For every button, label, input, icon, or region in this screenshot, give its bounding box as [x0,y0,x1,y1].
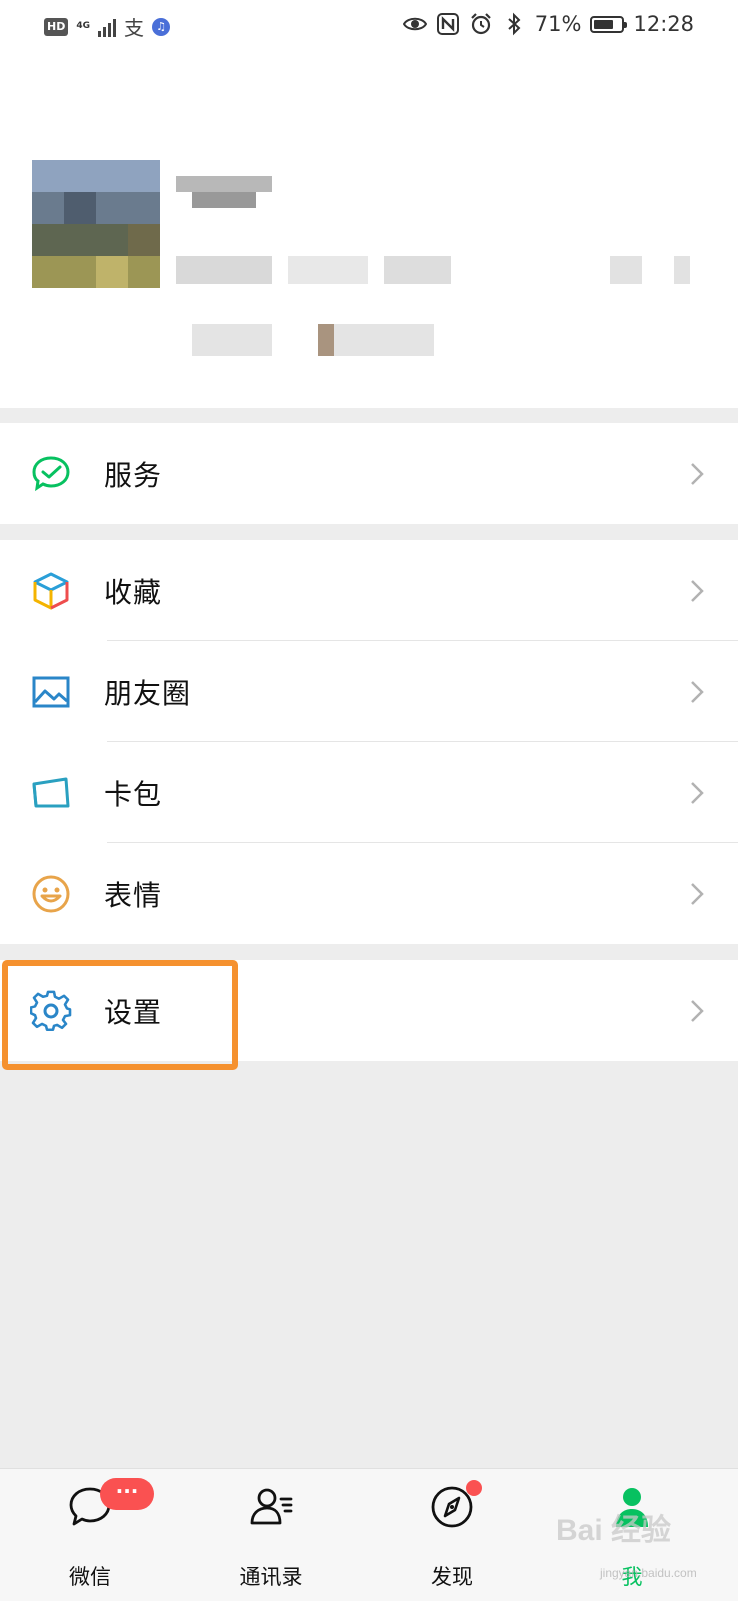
clock: 12:28 [633,12,694,36]
settings-highlight-box [2,960,238,1070]
avatar[interactable] [32,160,160,288]
baidu-watermark-url: jingyan.baidu.com [600,1566,697,1580]
smiley-icon [32,875,70,912]
discover-dot-badge [466,1480,482,1496]
status-right: 71% 12:28 [402,12,694,36]
menu-item-moments[interactable]: 朋友圈 [0,641,738,742]
tab-label: 发现 [431,1565,473,1589]
eye-icon [402,17,427,31]
chevron-right-icon [691,882,704,905]
moments-photo-icon [32,676,70,707]
status-bar: HD 4G 支 ♫ 71% 12:28 [0,0,738,52]
menu-item-services[interactable]: 服务 [0,423,738,524]
tab-label: 通讯录 [239,1565,303,1589]
menu-item-favorites[interactable]: 收藏 [0,540,738,641]
wechat-id [176,256,451,284]
menu-item-label: 服务 [104,458,163,492]
contacts-icon [250,1488,293,1525]
nickname [176,176,272,208]
wechat-pay-icon [32,455,70,491]
menu-item-card-wallet[interactable]: 卡包 [0,742,738,843]
baidu-watermark: Bai 经验 [556,1514,672,1547]
chevron-right-icon [691,579,704,602]
menu-item-stickers[interactable]: 表情 [0,843,738,944]
hd-badge: HD [44,17,69,36]
music-icon: ♫ [152,17,170,36]
menu-item-label: 朋友圈 [104,676,192,710]
alipay-icon: 支 [124,16,144,40]
profile-header[interactable] [0,52,738,408]
menu-item-label: 卡包 [104,777,163,811]
status-left: HD 4G 支 ♫ [44,12,170,41]
battery-icon [590,15,628,33]
tab-contacts[interactable]: 通讯录 [211,1469,331,1601]
nfc-icon [436,13,459,35]
chat-unread-badge: ··· [100,1478,154,1510]
alarm-icon [471,13,491,35]
tab-label: 微信 [69,1565,111,1589]
favorites-cube-icon [33,572,69,609]
network-type: 4G [76,21,90,31]
chevron-right-icon [691,680,704,703]
menu-group-main: 收藏 朋友圈 卡包 表情 [0,540,738,944]
tab-discover[interactable]: 发现 [392,1469,512,1601]
battery-percent: 71% [534,12,582,36]
chevron-right-icon [691,462,704,485]
chevron-right-icon [691,781,704,804]
menu-group-services: 服务 [0,423,738,524]
status-line[interactable] [192,324,434,356]
signal-icon [98,17,116,37]
card-wallet-icon [32,777,70,807]
bluetooth-icon [508,12,521,36]
menu-item-label: 收藏 [104,575,163,609]
chevron-right-icon [691,999,704,1022]
menu-item-label: 表情 [104,878,163,912]
qr-code-icon[interactable] [610,256,690,284]
